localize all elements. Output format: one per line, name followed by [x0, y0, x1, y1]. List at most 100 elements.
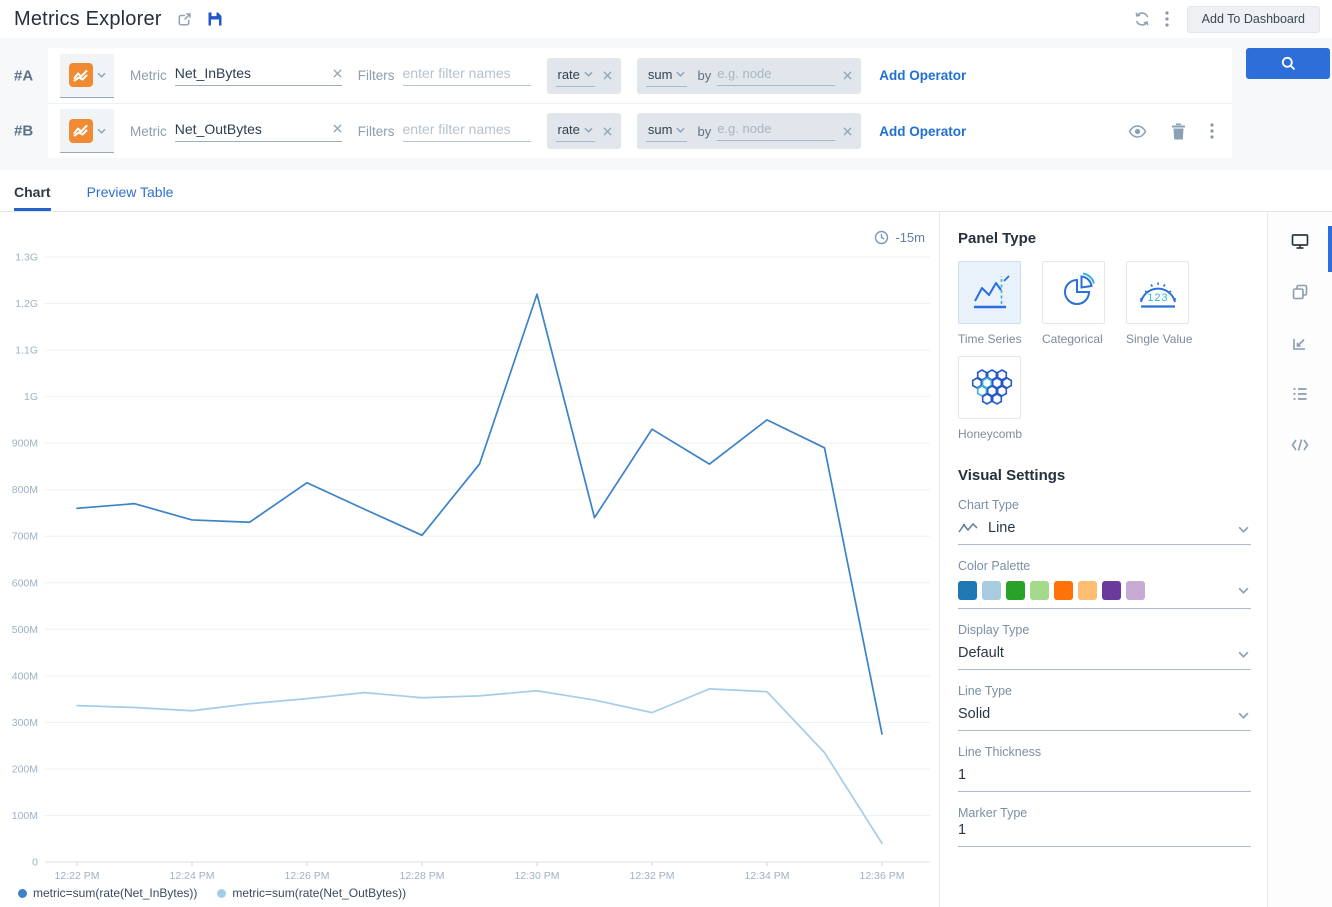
remove-rate-icon[interactable] — [603, 127, 612, 136]
query-row-a: #A Metric Filters rate — [48, 48, 1232, 103]
chart-type-select[interactable]: Line — [958, 520, 1251, 545]
clear-metric-icon[interactable] — [333, 124, 342, 133]
rate-operator-select[interactable]: rate — [556, 120, 595, 142]
add-to-dashboard-button[interactable]: Add To Dashboard — [1187, 6, 1320, 33]
save-icon[interactable] — [207, 11, 223, 27]
remove-rate-icon[interactable] — [603, 71, 612, 80]
timeseries-chart: 0100M200M300M400M500M600M700M800M900M1G1… — [0, 212, 940, 884]
row-kebab-icon[interactable] — [1210, 123, 1214, 139]
display-settings-icon[interactable] — [1289, 230, 1311, 252]
chevron-down-icon — [1238, 712, 1249, 719]
palette-swatch — [1006, 581, 1025, 600]
palette-swatch — [1078, 581, 1097, 600]
panel-type-heading: Panel Type — [958, 230, 1251, 247]
svg-text:900M: 900M — [12, 438, 38, 450]
panel-type-single-value[interactable]: 123 Single Value — [1126, 261, 1210, 346]
palette-swatches — [958, 581, 1145, 600]
svg-text:600M: 600M — [12, 577, 38, 589]
time-series-icon — [968, 271, 1012, 315]
group-by-input[interactable] — [717, 66, 835, 86]
metric-type-selector[interactable] — [60, 109, 114, 153]
metric-field-wrap — [175, 121, 342, 142]
metrics-query-icon — [69, 119, 93, 143]
metric-type-selector[interactable] — [60, 54, 114, 98]
code-view-icon[interactable] — [1289, 434, 1311, 456]
sum-operator-select[interactable]: sum — [646, 120, 688, 142]
svg-text:12:28 PM: 12:28 PM — [400, 870, 445, 882]
svg-text:123: 123 — [1147, 292, 1168, 304]
palette-swatch — [1102, 581, 1121, 600]
side-toolbar — [1268, 212, 1332, 907]
svg-text:200M: 200M — [12, 763, 38, 775]
view-tabs: Chart Preview Table — [0, 170, 1332, 212]
svg-text:800M: 800M — [12, 484, 38, 496]
group-by-input[interactable] — [717, 121, 835, 141]
remove-sum-icon[interactable] — [843, 71, 852, 80]
palette-swatch — [1054, 581, 1073, 600]
rate-operator-select[interactable]: rate — [556, 65, 595, 87]
remove-sum-icon[interactable] — [843, 127, 852, 136]
chevron-down-icon — [676, 71, 685, 77]
delete-query-trash-icon[interactable] — [1171, 123, 1186, 140]
add-operator-link[interactable]: Add Operator — [879, 124, 966, 139]
overlay-icon[interactable] — [1289, 281, 1311, 303]
legend-item[interactable]: metric=sum(rate(Net_InBytes)) — [18, 886, 197, 900]
line-chart-icon — [958, 522, 978, 535]
metric-label: Metric — [130, 124, 167, 139]
share-icon[interactable] — [176, 11, 193, 28]
filters-input[interactable] — [403, 121, 531, 137]
axes-settings-icon[interactable] — [1289, 332, 1311, 354]
app-header: Metrics Explorer Add To Dashboard — [0, 0, 1332, 38]
chevron-down-icon — [676, 127, 685, 133]
svg-text:12:26 PM: 12:26 PM — [285, 870, 330, 882]
line-type-select[interactable]: Solid — [958, 706, 1251, 731]
chevron-down-icon — [584, 71, 593, 77]
panel-type-time-series[interactable]: Time Series — [958, 261, 1042, 346]
chevron-down-icon — [1238, 651, 1249, 658]
by-label: by — [697, 68, 711, 83]
filters-label: Filters — [358, 124, 395, 139]
add-operator-link[interactable]: Add Operator — [879, 68, 966, 83]
legend-dot — [18, 889, 27, 898]
metrics-query-icon — [69, 63, 93, 87]
refresh-icon[interactable] — [1133, 10, 1151, 28]
filters-input[interactable] — [403, 65, 531, 81]
run-search-button[interactable] — [1246, 48, 1330, 79]
filters-field-wrap — [403, 121, 531, 142]
clear-metric-icon[interactable] — [333, 69, 342, 78]
panel-type-honeycomb[interactable]: Honeycomb — [958, 356, 1042, 441]
legend-item[interactable]: metric=sum(rate(Net_OutBytes)) — [217, 886, 406, 900]
main-area: -15m 0100M200M300M400M500M600M700M800M90… — [0, 212, 1332, 907]
query-row-b-id: #B — [14, 123, 33, 140]
color-palette-select[interactable] — [958, 581, 1251, 609]
page-title: Metrics Explorer — [14, 8, 162, 31]
field-color-palette: Color Palette — [958, 559, 1251, 609]
field-marker-type: Marker Type 1 — [958, 806, 1251, 847]
filters-field-wrap — [403, 65, 531, 86]
svg-text:300M: 300M — [12, 717, 38, 729]
palette-swatch — [958, 581, 977, 600]
tab-preview-table[interactable]: Preview Table — [87, 184, 174, 211]
display-type-select[interactable]: Default — [958, 645, 1251, 670]
single-value-icon: 123 — [1135, 271, 1181, 315]
svg-text:100M: 100M — [12, 810, 38, 822]
panel-type-categorical[interactable]: Categorical — [1042, 261, 1126, 346]
header-kebab-icon[interactable] — [1165, 11, 1169, 27]
line-thickness-input[interactable]: 1 — [958, 767, 1251, 792]
svg-text:1.1G: 1.1G — [15, 345, 38, 357]
sum-operator-select[interactable]: sum — [646, 65, 688, 87]
time-range-indicator[interactable]: -15m — [874, 230, 925, 245]
query-section: #A Metric Filters rate — [0, 38, 1332, 170]
chevron-down-icon — [584, 127, 593, 133]
chevron-down-icon — [1238, 587, 1249, 594]
metric-input[interactable] — [175, 65, 333, 81]
tab-chart[interactable]: Chart — [14, 184, 51, 211]
hide-query-eye-icon[interactable] — [1128, 125, 1147, 138]
operator-chip-rate: rate — [547, 58, 621, 94]
time-range-label: -15m — [895, 230, 925, 245]
categorical-icon — [1052, 271, 1096, 315]
marker-type-input[interactable]: 1 — [958, 822, 1251, 847]
legend-settings-icon[interactable] — [1289, 383, 1311, 405]
field-display-type: Display Type Default — [958, 623, 1251, 670]
metric-input[interactable] — [175, 121, 333, 137]
